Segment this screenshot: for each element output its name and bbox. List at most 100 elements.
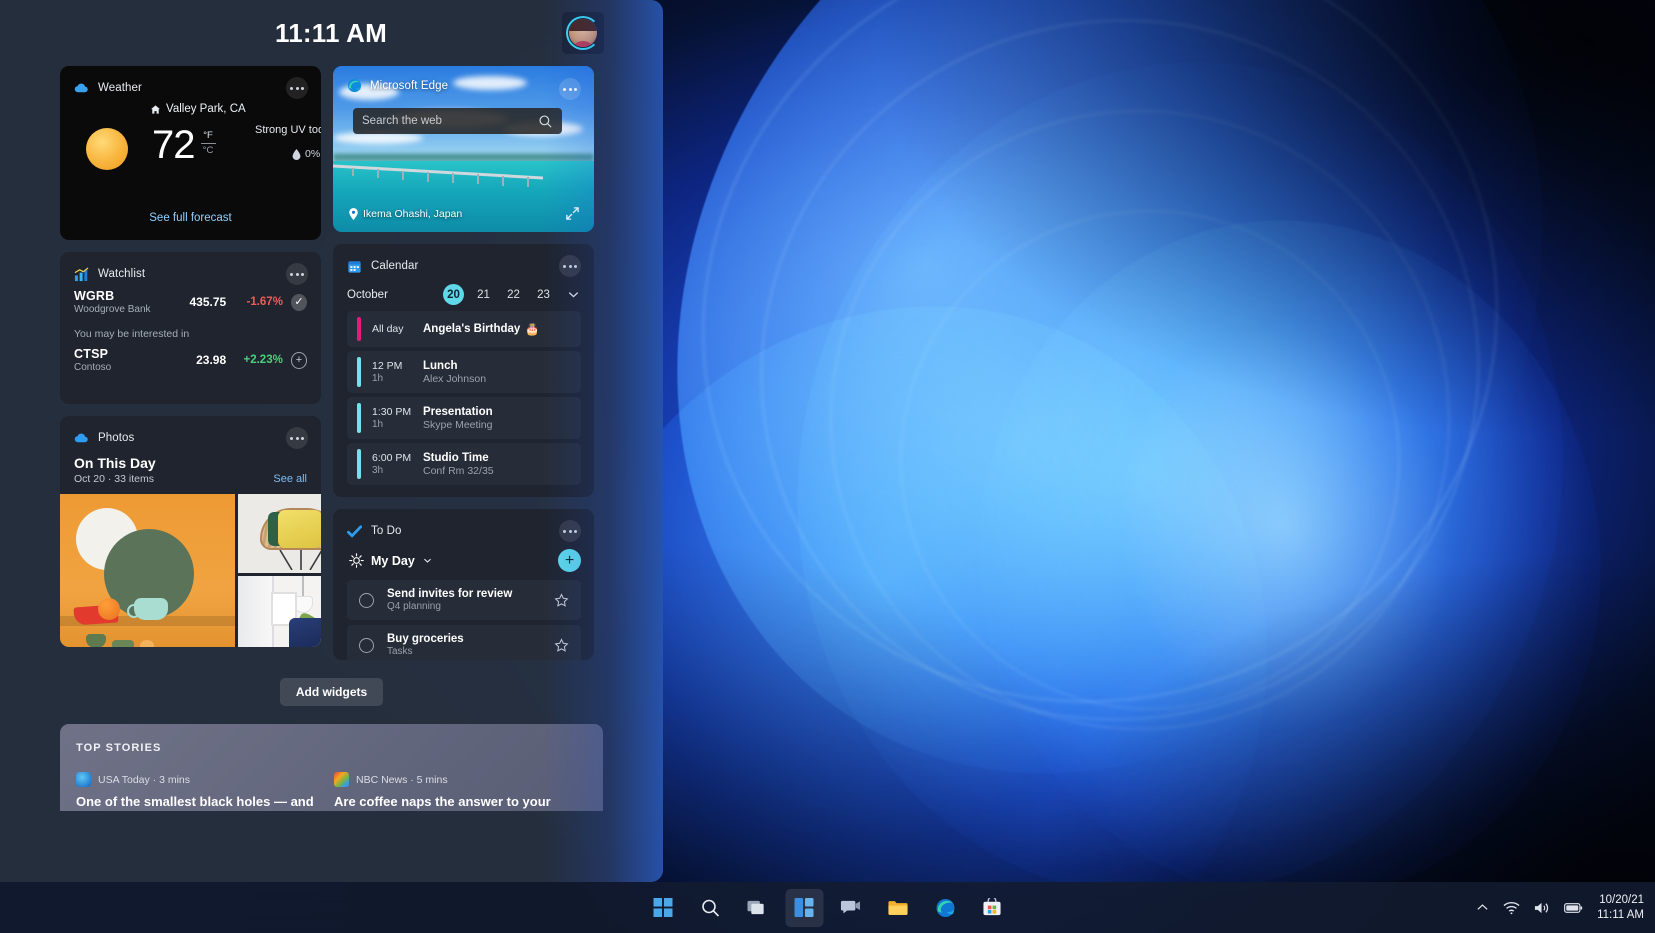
widgets-header: 11:11 AM [60, 0, 603, 66]
battery-icon[interactable] [1564, 902, 1583, 914]
star-icon[interactable] [554, 593, 569, 608]
calendar-day-strip: 20 21 22 23 [443, 284, 581, 305]
event-name: Lunch [423, 360, 458, 372]
chevron-up-icon[interactable] [1476, 901, 1489, 914]
chevron-down-icon[interactable] [566, 287, 581, 302]
stock-add-icon[interactable]: + [291, 352, 307, 369]
event-time: All day [372, 323, 423, 335]
calendar-event[interactable]: All day Angela's Birthday 🎂 [347, 311, 581, 347]
location-pin-icon [349, 208, 358, 220]
unit-fahrenheit[interactable]: °F [203, 130, 213, 142]
search-icon[interactable] [538, 114, 553, 129]
taskbar-start-button[interactable] [644, 889, 682, 927]
calendar-day-chip[interactable]: 21 [473, 284, 494, 305]
edge-caption-label: Ikema Ohashi, Japan [363, 208, 462, 220]
calendar-day-chip[interactable]: 22 [503, 284, 524, 305]
stock-following-check-icon[interactable]: ✓ [291, 294, 307, 311]
event-time: 1:30 PM [372, 406, 423, 418]
stock-name: Woodgrove Bank [74, 304, 173, 315]
todo-item-name: Send invites for review [387, 588, 512, 600]
chat-icon [841, 898, 862, 917]
unit-celsius[interactable]: °C [203, 145, 214, 157]
task-view-icon [747, 898, 768, 917]
widgets-icon [795, 898, 814, 917]
taskbar-file-explorer-button[interactable] [879, 889, 917, 927]
taskbar-clock[interactable]: 10/20/21 11:11 AM [1597, 893, 1644, 923]
watchlist-title: Watchlist [98, 268, 145, 280]
weather-widget[interactable]: Weather Valley Park, CA [60, 66, 321, 240]
taskbar-edge-button[interactable] [926, 889, 964, 927]
news-source: NBC News · 5 mins [356, 774, 448, 786]
taskbar-date: 10/20/21 [1597, 893, 1644, 908]
calendar-day-chip[interactable]: 23 [533, 284, 554, 305]
todo-add-button[interactable]: + [558, 549, 581, 572]
todo-list-selector[interactable]: My Day [349, 553, 433, 568]
watchlist-more-button[interactable] [286, 263, 308, 285]
calendar-event[interactable]: 6:00 PM 3h Studio Time Conf Rm 32/35 [347, 443, 581, 485]
photos-title: Photos [98, 432, 134, 444]
todo-more-button[interactable] [559, 520, 581, 542]
todo-checkbox[interactable] [359, 593, 374, 608]
news-story-card[interactable]: NBC News · 5 mins Are coffee naps the an… [334, 772, 576, 811]
calendar-more-button[interactable] [559, 255, 581, 277]
widgets-grid: Weather Valley Park, CA [60, 66, 603, 660]
photos-see-all-link[interactable]: See all [273, 473, 307, 485]
avatar-face [569, 19, 597, 47]
taskbar-widgets-button[interactable] [785, 889, 823, 927]
star-icon[interactable] [554, 638, 569, 653]
event-name: Studio Time [423, 452, 489, 464]
photos-more-button[interactable] [286, 427, 308, 449]
add-widgets-button[interactable]: Add widgets [280, 678, 383, 706]
calendar-widget[interactable]: Calendar October 20 21 22 23 [333, 244, 594, 497]
search-icon [700, 898, 720, 918]
expand-icon[interactable] [565, 206, 580, 221]
chevron-down-icon[interactable] [422, 555, 433, 566]
wifi-icon[interactable] [1503, 901, 1520, 915]
edge-widget[interactable]: Microsoft Edge Search the web [333, 66, 594, 232]
see-full-forecast-link[interactable]: See full forecast [60, 206, 321, 224]
calendar-event[interactable]: 1:30 PM 1h Presentation Skype Meeting [347, 397, 581, 439]
calendar-event[interactable]: 12 PM 1h Lunch Alex Johnson [347, 351, 581, 393]
photos-widget[interactable]: Photos On This Day Oct 20 · 33 items See… [60, 416, 321, 647]
calendar-day-chip[interactable]: 20 [443, 284, 464, 305]
event-duration: 1h [372, 373, 423, 384]
taskbar-chat-button[interactable] [832, 889, 870, 927]
edge-photo-caption: Ikema Ohashi, Japan [349, 208, 462, 220]
stock-symbol: WGRB [74, 289, 173, 303]
photo-thumbnail[interactable] [238, 494, 321, 573]
birthday-cake-icon: 🎂 [525, 322, 539, 336]
photos-grid [60, 494, 321, 647]
search-placeholder: Search the web [362, 115, 442, 127]
calendar-icon [347, 259, 362, 274]
watchlist-chart-icon [74, 267, 89, 282]
watchlist-widget[interactable]: Watchlist WGRB Woodgrove Bank 435.75 -1.… [60, 252, 321, 404]
edge-icon [935, 898, 955, 918]
weather-more-button[interactable] [286, 77, 308, 99]
todo-item[interactable]: Send invites for review Q4 planning [347, 580, 581, 620]
calendar-title: Calendar [371, 260, 418, 272]
photo-thumbnail[interactable] [238, 576, 321, 647]
todo-widget[interactable]: To Do My Day [333, 509, 594, 660]
weather-cloud-icon [74, 81, 89, 96]
avatar[interactable] [562, 12, 604, 54]
edge-title: Microsoft Edge [370, 80, 448, 92]
search-input[interactable]: Search the web [353, 108, 562, 134]
photos-subheading: Oct 20 · 33 items [74, 473, 156, 485]
photo-thumbnail[interactable] [60, 494, 235, 647]
todo-item[interactable]: Buy groceries Tasks [347, 625, 581, 660]
taskbar-task-view-button[interactable] [738, 889, 776, 927]
todo-check-icon [347, 524, 362, 539]
taskbar-store-button[interactable] [973, 889, 1011, 927]
watchlist-row[interactable]: CTSP Contoso 23.98 +2.23% + [60, 342, 321, 373]
news-story-card[interactable]: USA Today · 3 mins One of the smallest b… [76, 772, 318, 811]
volume-icon[interactable] [1534, 901, 1550, 915]
edge-more-button[interactable] [559, 78, 581, 100]
watchlist-row[interactable]: WGRB Woodgrove Bank 435.75 -1.67% ✓ [60, 284, 321, 315]
calendar-month: October [347, 289, 388, 301]
todo-title: To Do [371, 525, 402, 537]
system-tray: 10/20/21 11:11 AM [1476, 893, 1644, 923]
event-time: 6:00 PM [372, 452, 423, 464]
taskbar-search-button[interactable] [691, 889, 729, 927]
widgets-column-left: Weather Valley Park, CA [60, 66, 321, 660]
todo-checkbox[interactable] [359, 638, 374, 653]
